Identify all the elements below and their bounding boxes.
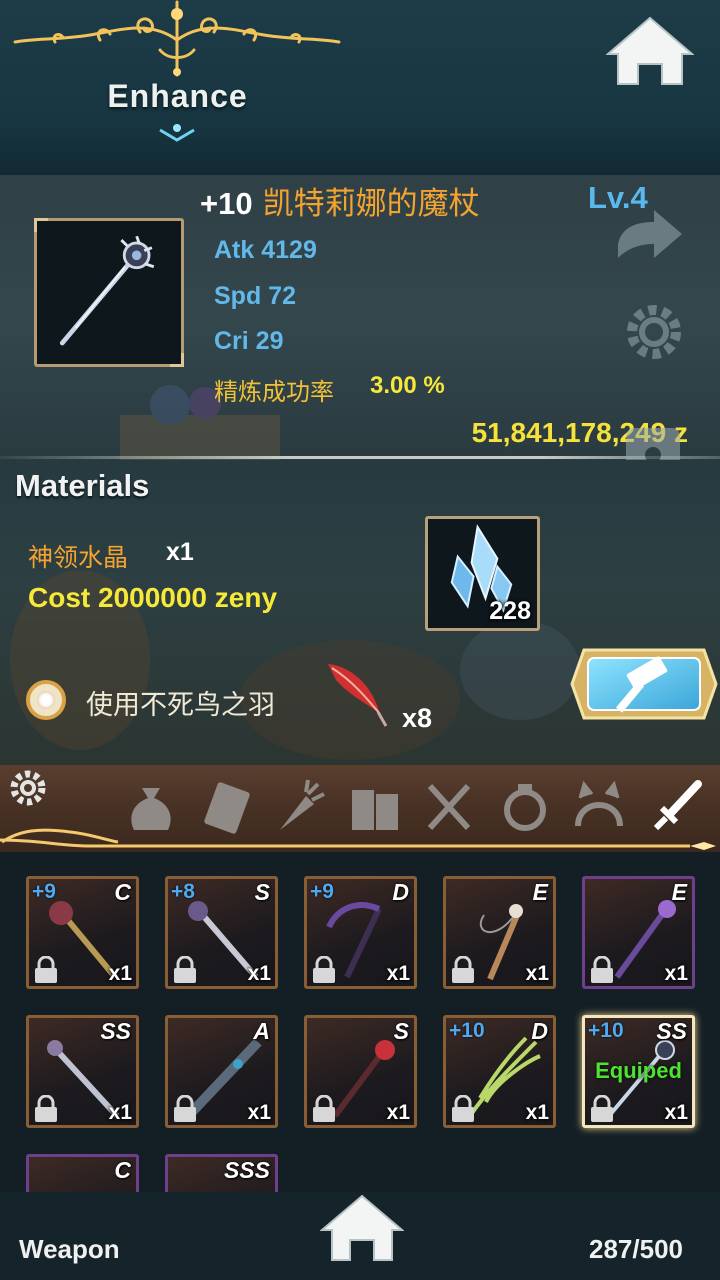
- enhance-button[interactable]: [570, 642, 718, 726]
- slot-rank: SS: [100, 1018, 131, 1044]
- slot-rank: SS: [656, 1018, 687, 1044]
- lock-icon: [591, 1095, 613, 1122]
- slot-rank: D: [531, 1018, 548, 1044]
- category-label: Weapon: [19, 1234, 120, 1264]
- inventory-slot[interactable]: SSS: [165, 1154, 278, 1192]
- staff-icon: [59, 235, 155, 346]
- bag-icon[interactable]: [122, 778, 180, 836]
- slot-enhance: +10: [449, 1019, 485, 1042]
- enhance-level: +10: [200, 186, 253, 221]
- slot-rank: C: [114, 1157, 131, 1183]
- slot-enhance: +9: [32, 880, 56, 903]
- headband-icon[interactable]: [570, 778, 628, 836]
- lock-icon: [174, 1095, 196, 1122]
- ring-icon[interactable]: [496, 778, 554, 836]
- slot-rank: D: [392, 879, 409, 905]
- slot-quantity: x1: [108, 962, 132, 985]
- feather-icon: [328, 664, 388, 727]
- inventory-count: 287/500: [589, 1234, 683, 1264]
- equipped-label: Equiped: [595, 1058, 682, 1083]
- item-name: 凯特莉娜的魔杖: [262, 186, 480, 221]
- card-icon[interactable]: [198, 778, 256, 836]
- inventory-slot[interactable]: E x1: [582, 876, 695, 989]
- slot-quantity: x1: [525, 1101, 549, 1124]
- header: Enhance: [0, 0, 720, 175]
- slot-rank: SSS: [223, 1157, 270, 1183]
- inventory-slot[interactable]: S x1: [304, 1015, 417, 1128]
- materials-title: Materials: [15, 468, 150, 503]
- carrot-icon[interactable]: [270, 778, 328, 836]
- slot-rank: C: [114, 879, 131, 905]
- inventory-slot[interactable]: SS x1: [26, 1015, 139, 1128]
- inventory-slot[interactable]: A x1: [165, 1015, 278, 1128]
- radio-dot: [37, 691, 55, 709]
- phoenix-feather-radio[interactable]: [26, 680, 66, 720]
- slot-rank: A: [253, 1018, 270, 1044]
- success-rate-value: 3.00 %: [370, 372, 445, 399]
- section-divider: [0, 456, 720, 459]
- arrow-right-icon[interactable]: [612, 204, 688, 264]
- slot-quantity: x1: [247, 962, 271, 985]
- phoenix-feather-label: 使用不死鸟之羽: [86, 690, 275, 720]
- lock-icon: [35, 1095, 57, 1122]
- inventory-slot[interactable]: +9 C x1: [26, 876, 139, 989]
- inventory-grid: +9 C x1 +8 S x1 +9 D x1 E x1 E x1 SS x1: [0, 852, 720, 1192]
- stat-cri: Cri 29: [214, 327, 284, 355]
- slot-quantity: x1: [108, 1101, 132, 1124]
- inventory-slot[interactable]: +9 D x1: [304, 876, 417, 989]
- slot-quantity: x1: [664, 1101, 688, 1124]
- item-title: +10 凯特莉娜的魔杖: [200, 178, 480, 223]
- page-title: Enhance: [107, 78, 248, 114]
- crystal-count: 228: [489, 597, 531, 625]
- lock-icon: [313, 956, 335, 983]
- home-icon[interactable]: [320, 1192, 404, 1262]
- slot-quantity: x1: [664, 962, 688, 985]
- slot-quantity: x1: [247, 1101, 271, 1124]
- sword-icon[interactable]: [648, 778, 706, 836]
- crystal-slot[interactable]: 228: [425, 516, 540, 631]
- slot-enhance: +8: [171, 880, 195, 903]
- slot-rank: S: [254, 879, 270, 905]
- inventory-slot[interactable]: E x1: [443, 876, 556, 989]
- slot-quantity: x1: [386, 962, 410, 985]
- books-icon[interactable]: [346, 778, 404, 836]
- lock-icon: [452, 956, 474, 983]
- material-name: 神领水晶: [28, 544, 129, 572]
- stat-atk: Atk 4129: [214, 236, 317, 264]
- inventory-slot[interactable]: +10 D x1: [443, 1015, 556, 1128]
- slot-rank: S: [393, 1018, 409, 1044]
- home-icon[interactable]: [606, 14, 694, 86]
- slot-rank: E: [671, 879, 687, 905]
- stat-spd: Spd 72: [214, 282, 296, 310]
- gear-icon[interactable]: [618, 296, 690, 368]
- inventory-slot[interactable]: C: [26, 1154, 139, 1192]
- slot-enhance: +10: [588, 1019, 624, 1042]
- inventory-slot[interactable]: +8 S x1: [165, 876, 278, 989]
- lock-icon: [35, 956, 57, 983]
- material-cost: Cost 2000000 zeny: [28, 582, 278, 613]
- utensils-icon[interactable]: [420, 778, 478, 836]
- title-ornament: [13, 0, 341, 142]
- lock-icon: [313, 1095, 335, 1122]
- lock-icon: [591, 956, 613, 983]
- lock-icon: [174, 956, 196, 983]
- slot-quantity: x1: [386, 1101, 410, 1124]
- material-quantity: x1: [166, 538, 194, 566]
- slot-rank: E: [532, 879, 548, 905]
- success-rate-label: 精炼成功率: [214, 379, 334, 406]
- settings-gear-icon[interactable]: [6, 766, 52, 812]
- slot-quantity: x1: [525, 962, 549, 985]
- item-image-frame: [34, 218, 184, 367]
- lock-icon: [452, 1095, 474, 1122]
- slot-enhance: +9: [310, 880, 334, 903]
- phoenix-feather-count: x8: [402, 703, 433, 733]
- inventory-slot-equipped[interactable]: +10 SS Equiped x1: [582, 1015, 695, 1128]
